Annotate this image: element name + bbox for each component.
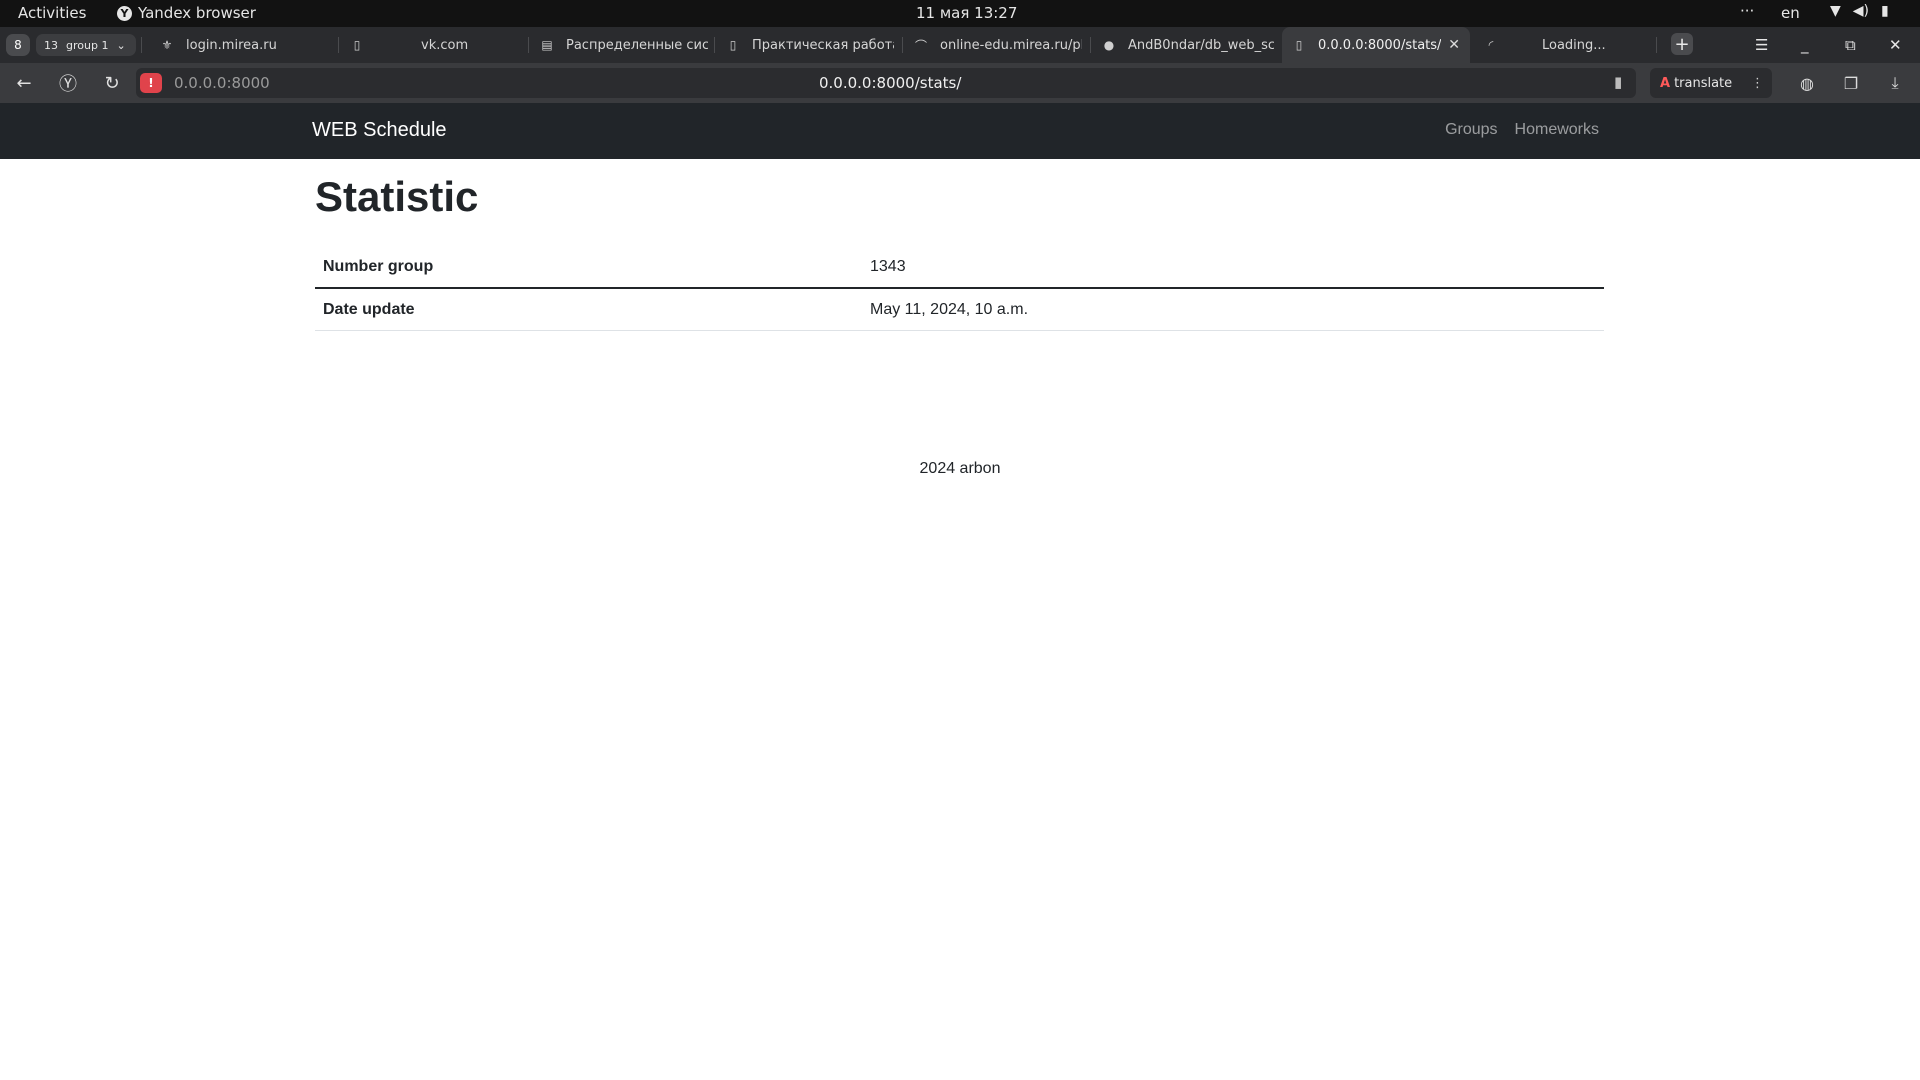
tab-title: AndB0ndar/db_web_sch [1128, 37, 1274, 53]
tab-login-mirea[interactable]: ⚜ login.mirea.ru [150, 27, 336, 63]
restore-icon: ⧉ [1845, 36, 1856, 54]
yandex-home-button[interactable]: Ⓨ [56, 71, 80, 95]
restore-button[interactable]: ⧉ [1845, 27, 1856, 63]
download-icon: ⤓ [1891, 73, 1899, 92]
collections-button[interactable]: ❐ [1840, 72, 1862, 94]
tab-stats-active[interactable]: ▯ 0.0.0.0:8000/stats/ ✕ [1282, 27, 1470, 63]
table-row: Number group 1343 [315, 246, 1604, 289]
back-arrow-icon: ← [16, 72, 32, 94]
tab-loading[interactable]: ◜ Loading... [1474, 27, 1654, 63]
close-icon: ✕ [1889, 36, 1902, 54]
tab-separator [1656, 37, 1657, 53]
address-bar-row: ← Ⓨ ↻ ! 0.0.0.0:8000 0.0.0.0:8000/stats/… [0, 63, 1920, 103]
address-host: 0.0.0.0:8000 [174, 74, 270, 92]
close-window-button[interactable]: ✕ [1889, 27, 1902, 63]
tab-title: Распределенные систе [566, 37, 708, 53]
reload-button[interactable]: ↻ [100, 71, 124, 95]
site-brand[interactable]: WEB Schedule [312, 119, 447, 142]
bookmark-icon[interactable]: ▮ [1614, 73, 1622, 91]
system-top-bar: Activities Y Yandex browser 11 мая 13:27… [0, 0, 1920, 27]
loading-spinner-icon: ◜ [1488, 38, 1494, 52]
row-label: Date update [315, 288, 862, 331]
tab-separator [714, 37, 715, 53]
address-field[interactable]: ! 0.0.0.0:8000 0.0.0.0:8000/stats/ ▮ [136, 68, 1636, 98]
wifi-icon: ▼ [1830, 3, 1841, 19]
site-navbar: WEB Schedule Groups Homeworks [0, 103, 1920, 159]
tab-practical-work[interactable]: ▯ Практическая работа 6 [716, 27, 894, 63]
tab-separator [528, 37, 529, 53]
translate-label: translate [1674, 75, 1733, 91]
tab-vk[interactable]: ▯ vk.com [340, 27, 526, 63]
globe-button[interactable]: ◍ [1796, 72, 1818, 94]
keyboard-language[interactable]: en [1781, 4, 1800, 22]
tab-group-pill[interactable]: 13 group 1 ⌄ [36, 34, 136, 56]
downloads-button[interactable]: ⤓ [1884, 72, 1906, 94]
clock[interactable]: 11 мая 13:27 [916, 4, 1017, 22]
stats-table: Number group 1343 Date update May 11, 20… [315, 246, 1604, 331]
hamburger-icon: ☰ [1755, 36, 1769, 54]
overflow-indicator[interactable]: ··· [1740, 2, 1754, 20]
activities-button[interactable]: Activities [18, 4, 86, 22]
github-icon: ● [1103, 38, 1115, 52]
tab-strip: 8 13 group 1 ⌄ ⚜ login.mirea.ru ▯ vk.com… [0, 27, 1920, 63]
tab-title: 0.0.0.0:8000/stats/ [1318, 37, 1442, 53]
tab-title: online-edu.mirea.ru/plug [940, 37, 1082, 53]
app-name: Yandex browser [138, 4, 256, 22]
reload-icon: ↻ [104, 72, 120, 94]
tab-title: Loading... [1542, 37, 1606, 53]
tab-separator [338, 37, 339, 53]
nav-link-groups[interactable]: Groups [1445, 121, 1497, 139]
battery-icon: ▮ [1881, 3, 1889, 19]
page-title: Statistic [315, 173, 479, 220]
tab-separator [1090, 37, 1091, 53]
yandex-icon: Ⓨ [59, 74, 77, 95]
row-value: 1343 [862, 246, 1604, 289]
page-icon: ▯ [729, 38, 737, 52]
tab-groups-count[interactable]: 8 [6, 34, 30, 56]
translate-icon: A [1660, 75, 1671, 91]
mirea-emblem-icon: ⚜ [161, 38, 173, 52]
globe-icon: ◍ [1800, 73, 1814, 93]
online-edu-icon: ⌒ [914, 38, 927, 53]
more-vertical-icon[interactable]: ⋮ [1751, 76, 1764, 91]
close-icon[interactable]: ✕ [1448, 37, 1460, 53]
tab-group[interactable]: 8 13 group 1 ⌄ [6, 33, 136, 57]
tab-separator [902, 37, 903, 53]
site-footer: 2024 arbon [919, 460, 1001, 477]
tab-online-edu[interactable]: ⌒ online-edu.mirea.ru/plug [904, 27, 1082, 63]
tab-github[interactable]: ● AndB0ndar/db_web_sch [1092, 27, 1274, 63]
plus-icon: + [1674, 33, 1690, 55]
yandex-browser-icon: Y [117, 5, 132, 21]
tab-separator [141, 37, 142, 53]
row-value: May 11, 2024, 10 a.m. [862, 288, 1604, 331]
address-url[interactable]: 0.0.0.0:8000/stats/ [819, 74, 961, 92]
nav-link-homeworks[interactable]: Homeworks [1515, 121, 1599, 139]
tab-title: Практическая работа 6 [752, 37, 894, 53]
tab-title: vk.com [421, 37, 469, 53]
tab-title: login.mirea.ru [186, 37, 277, 53]
tab-distributed-systems[interactable]: ▤ Распределенные систе [530, 27, 708, 63]
translate-button[interactable]: A translate ⋮ [1650, 68, 1772, 98]
collections-icon: ❐ [1843, 73, 1859, 93]
minimize-button[interactable]: _ [1801, 27, 1809, 63]
volume-icon: ◀) [1852, 3, 1870, 19]
app-menu[interactable]: Y Yandex browser [117, 4, 256, 22]
system-status-area[interactable]: ▼ ◀) ▮ [1830, 3, 1889, 19]
chevron-down-icon: ⌄ [116, 38, 126, 52]
row-label: Number group [315, 246, 862, 289]
tab-group-count: 13 [44, 38, 58, 52]
site-nav-links: Groups Homeworks [1445, 121, 1599, 139]
minimize-icon: _ [1801, 36, 1809, 54]
table-row: Date update May 11, 2024, 10 a.m. [315, 288, 1604, 331]
document-icon: ▤ [541, 38, 553, 52]
new-tab-button[interactable]: + [1671, 33, 1693, 55]
page-icon: ▯ [1295, 38, 1303, 52]
tab-group-name: group 1 [66, 38, 109, 52]
menu-button[interactable]: ☰ [1755, 27, 1768, 63]
page-icon: ▯ [353, 38, 361, 52]
insecure-warning-icon[interactable]: ! [140, 73, 162, 93]
back-button[interactable]: ← [12, 71, 36, 95]
